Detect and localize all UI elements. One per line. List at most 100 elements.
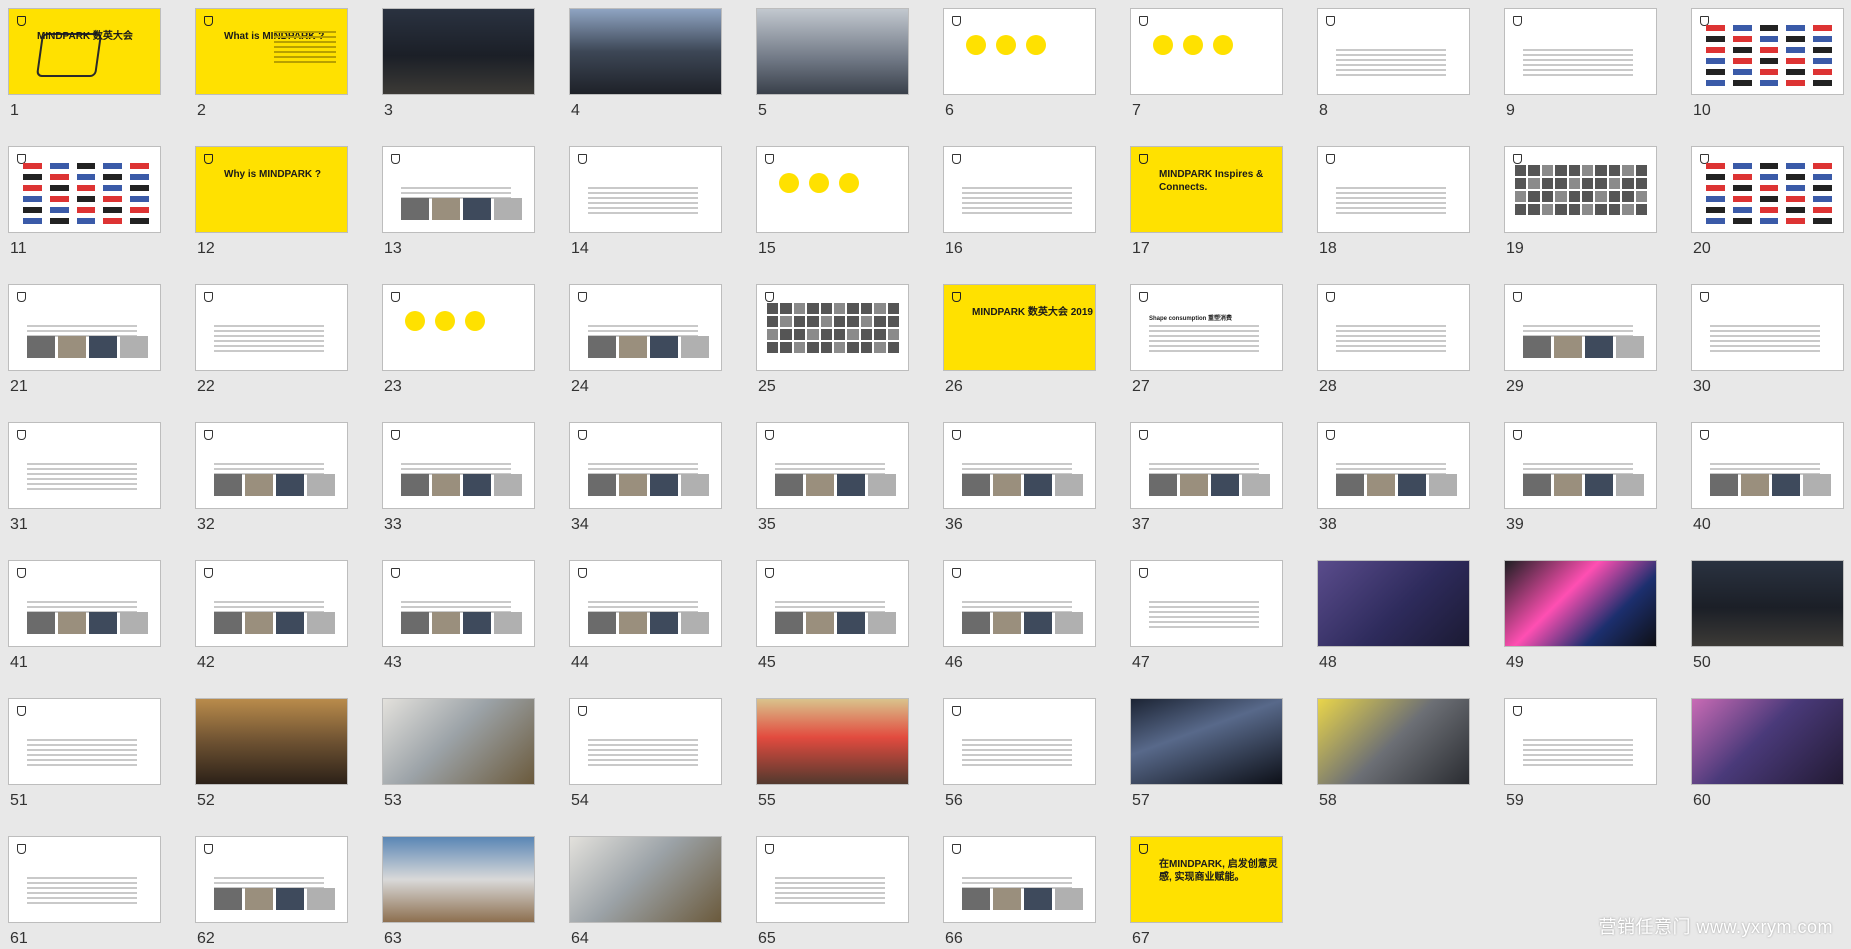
slide-thumbnail-37[interactable]: 37 bbox=[1130, 422, 1283, 533]
slide-thumbnail-61[interactable]: 61 bbox=[8, 836, 161, 947]
slide-thumbnail-50[interactable]: 50 bbox=[1691, 560, 1844, 671]
slide-thumbnail-25[interactable]: 25 bbox=[756, 284, 909, 395]
slide-thumbnail-13[interactable]: 13 bbox=[382, 146, 535, 257]
slide-preview[interactable] bbox=[1317, 8, 1470, 95]
slide-thumbnail-20[interactable]: 20 bbox=[1691, 146, 1844, 257]
slide-preview[interactable] bbox=[382, 284, 535, 371]
slide-preview[interactable] bbox=[1691, 284, 1844, 371]
slide-preview[interactable] bbox=[382, 698, 535, 785]
slide-thumbnail-23[interactable]: 23 bbox=[382, 284, 535, 395]
slide-preview[interactable] bbox=[1504, 698, 1657, 785]
slide-preview[interactable] bbox=[1691, 8, 1844, 95]
slide-thumbnail-29[interactable]: 29 bbox=[1504, 284, 1657, 395]
slide-preview[interactable] bbox=[382, 8, 535, 95]
slide-thumbnail-9[interactable]: 9 bbox=[1504, 8, 1657, 119]
slide-thumbnail-56[interactable]: 56 bbox=[943, 698, 1096, 809]
slide-preview[interactable] bbox=[943, 836, 1096, 923]
slide-preview[interactable] bbox=[569, 422, 722, 509]
slide-thumbnail-21[interactable]: 21 bbox=[8, 284, 161, 395]
slide-thumbnail-57[interactable]: 57 bbox=[1130, 698, 1283, 809]
slide-thumbnail-26[interactable]: MINDPARK 数英大会 2019 26 bbox=[943, 284, 1096, 395]
slide-thumbnail-35[interactable]: 35 bbox=[756, 422, 909, 533]
slide-thumbnail-27[interactable]: Shape consumption 重塑消费 27 bbox=[1130, 284, 1283, 395]
slide-preview[interactable]: 在MINDPARK, 启发创意灵感, 实现商业赋能。 bbox=[1130, 836, 1283, 923]
slide-preview[interactable] bbox=[8, 284, 161, 371]
slide-thumbnail-41[interactable]: 41 bbox=[8, 560, 161, 671]
slide-thumbnail-5[interactable]: 5 bbox=[756, 8, 909, 119]
slide-preview[interactable] bbox=[1317, 422, 1470, 509]
slide-thumbnail-63[interactable]: 63 bbox=[382, 836, 535, 947]
slide-thumbnail-32[interactable]: 32 bbox=[195, 422, 348, 533]
slide-preview[interactable] bbox=[8, 146, 161, 233]
slide-preview[interactable] bbox=[569, 8, 722, 95]
slide-preview[interactable] bbox=[8, 836, 161, 923]
slide-thumbnail-39[interactable]: 39 bbox=[1504, 422, 1657, 533]
slide-preview[interactable] bbox=[195, 698, 348, 785]
slide-preview[interactable] bbox=[756, 8, 909, 95]
slide-preview[interactable] bbox=[756, 422, 909, 509]
slide-thumbnail-31[interactable]: 31 bbox=[8, 422, 161, 533]
slide-preview[interactable] bbox=[1317, 698, 1470, 785]
slide-thumbnail-53[interactable]: 53 bbox=[382, 698, 535, 809]
slide-thumbnail-28[interactable]: 28 bbox=[1317, 284, 1470, 395]
slide-preview[interactable] bbox=[8, 560, 161, 647]
slide-preview[interactable] bbox=[1504, 8, 1657, 95]
slide-preview[interactable] bbox=[943, 560, 1096, 647]
slide-thumbnail-12[interactable]: Why is MINDPARK ? 12 bbox=[195, 146, 348, 257]
slide-thumbnail-38[interactable]: 38 bbox=[1317, 422, 1470, 533]
slide-preview[interactable] bbox=[943, 422, 1096, 509]
slide-thumbnail-62[interactable]: 62 bbox=[195, 836, 348, 947]
slide-thumbnail-10[interactable]: 10 bbox=[1691, 8, 1844, 119]
slide-preview[interactable] bbox=[943, 146, 1096, 233]
slide-preview[interactable] bbox=[382, 836, 535, 923]
slide-thumbnail-55[interactable]: 55 bbox=[756, 698, 909, 809]
slide-thumbnail-14[interactable]: 14 bbox=[569, 146, 722, 257]
slide-preview[interactable]: Shape consumption 重塑消费 bbox=[1130, 284, 1283, 371]
slide-thumbnail-34[interactable]: 34 bbox=[569, 422, 722, 533]
slide-preview[interactable] bbox=[756, 146, 909, 233]
slide-preview[interactable] bbox=[382, 146, 535, 233]
slide-preview[interactable] bbox=[1317, 284, 1470, 371]
slide-preview[interactable] bbox=[1504, 560, 1657, 647]
slide-preview[interactable] bbox=[569, 284, 722, 371]
slide-thumbnail-24[interactable]: 24 bbox=[569, 284, 722, 395]
slide-preview[interactable] bbox=[1317, 146, 1470, 233]
slide-thumbnail-33[interactable]: 33 bbox=[382, 422, 535, 533]
slide-preview[interactable] bbox=[756, 560, 909, 647]
slide-preview[interactable] bbox=[1504, 284, 1657, 371]
slide-thumbnail-16[interactable]: 16 bbox=[943, 146, 1096, 257]
slide-thumbnail-59[interactable]: 59 bbox=[1504, 698, 1657, 809]
slide-preview[interactable] bbox=[1691, 698, 1844, 785]
slide-preview[interactable] bbox=[195, 560, 348, 647]
slide-thumbnail-2[interactable]: What is MINDPARK ? 2 bbox=[195, 8, 348, 119]
slide-thumbnail-18[interactable]: 18 bbox=[1317, 146, 1470, 257]
slide-preview[interactable] bbox=[1130, 698, 1283, 785]
slide-thumbnail-17[interactable]: MINDPARK Inspires & Connects. 17 bbox=[1130, 146, 1283, 257]
slide-thumbnail-43[interactable]: 43 bbox=[382, 560, 535, 671]
slide-thumbnail-65[interactable]: 65 bbox=[756, 836, 909, 947]
slide-thumbnail-46[interactable]: 46 bbox=[943, 560, 1096, 671]
slide-preview[interactable]: MINDPARK 数英大会 bbox=[8, 8, 161, 95]
slide-thumbnail-66[interactable]: 66 bbox=[943, 836, 1096, 947]
slide-preview[interactable] bbox=[1691, 422, 1844, 509]
slide-preview[interactable] bbox=[569, 836, 722, 923]
slide-thumbnail-22[interactable]: 22 bbox=[195, 284, 348, 395]
slide-preview[interactable] bbox=[8, 422, 161, 509]
slide-thumbnail-4[interactable]: 4 bbox=[569, 8, 722, 119]
slide-thumbnail-8[interactable]: 8 bbox=[1317, 8, 1470, 119]
slide-preview[interactable] bbox=[1504, 146, 1657, 233]
slide-thumbnail-54[interactable]: 54 bbox=[569, 698, 722, 809]
slide-thumbnail-30[interactable]: 30 bbox=[1691, 284, 1844, 395]
slide-preview[interactable] bbox=[195, 284, 348, 371]
slide-thumbnail-42[interactable]: 42 bbox=[195, 560, 348, 671]
slide-preview[interactable] bbox=[1317, 560, 1470, 647]
slide-thumbnail-60[interactable]: 60 bbox=[1691, 698, 1844, 809]
slide-preview[interactable] bbox=[382, 422, 535, 509]
slide-preview[interactable] bbox=[1504, 422, 1657, 509]
slide-preview[interactable]: Why is MINDPARK ? bbox=[195, 146, 348, 233]
slide-preview[interactable] bbox=[382, 560, 535, 647]
slide-preview[interactable] bbox=[1130, 8, 1283, 95]
slide-thumbnail-1[interactable]: MINDPARK 数英大会 1 bbox=[8, 8, 161, 119]
slide-preview[interactable] bbox=[8, 698, 161, 785]
slide-thumbnail-48[interactable]: 48 bbox=[1317, 560, 1470, 671]
